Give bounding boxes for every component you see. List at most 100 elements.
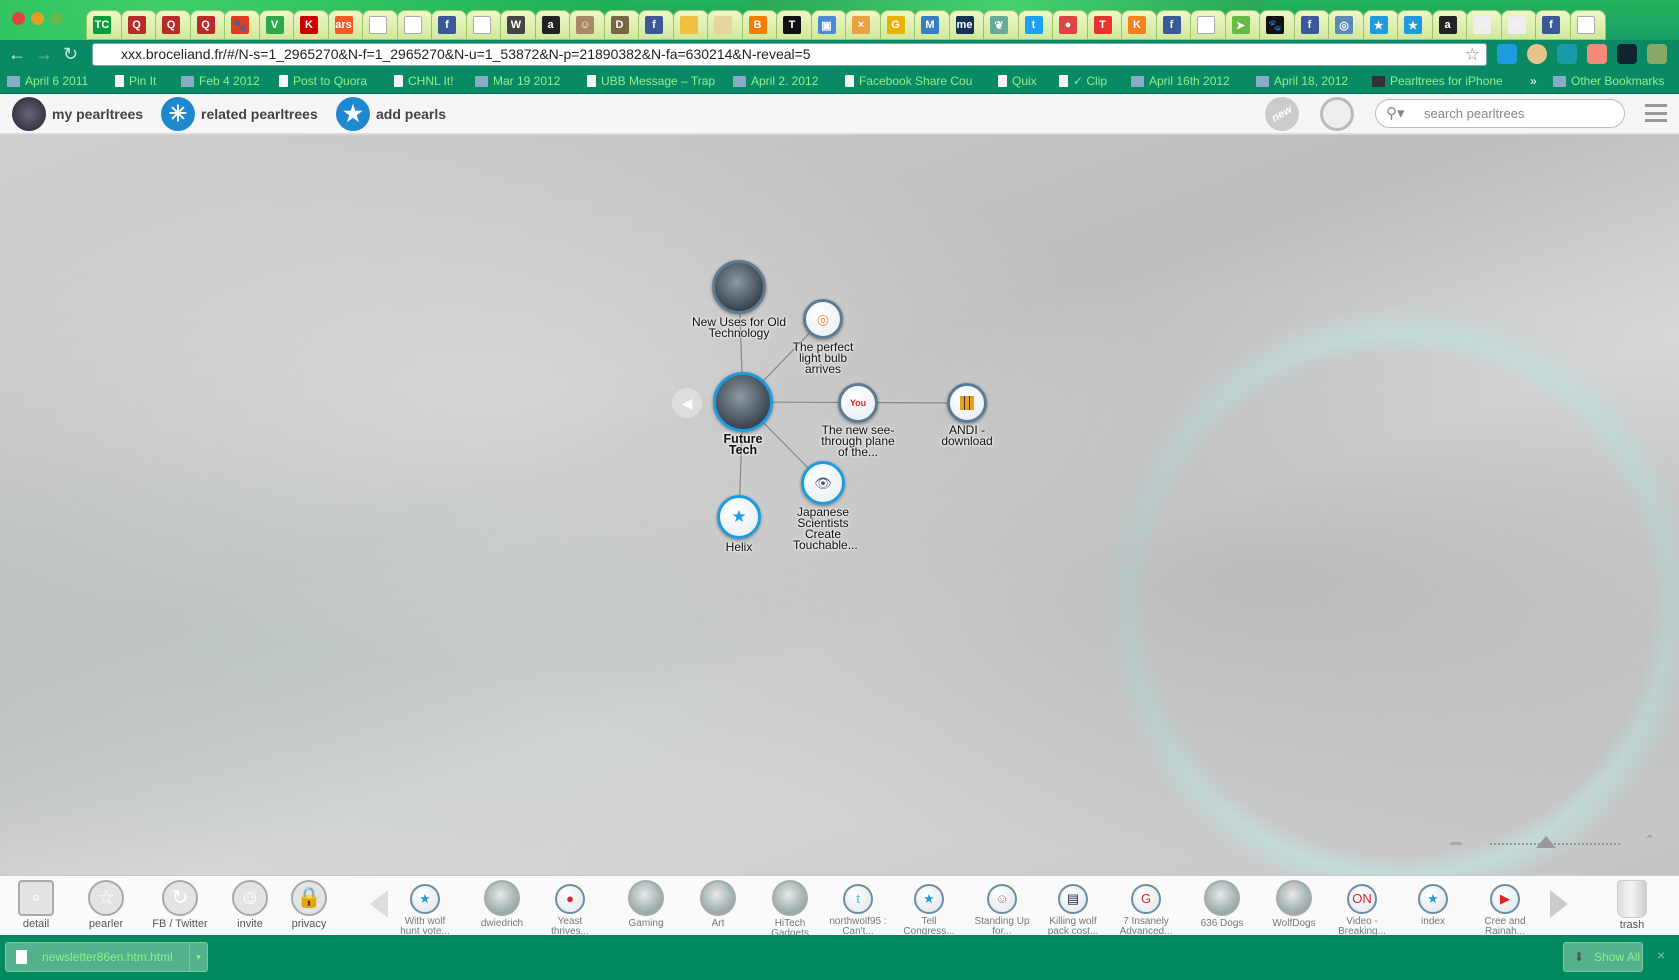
browser-tab[interactable] [707, 10, 743, 40]
add-pearls-button[interactable]: ★ add pearls [336, 97, 446, 131]
browser-tab[interactable]: t [1017, 10, 1054, 40]
browser-tab[interactable]: × [845, 10, 881, 40]
reload-button[interactable]: ↻ [63, 44, 78, 65]
browser-tab[interactable]: f [1293, 10, 1330, 40]
browser-tab[interactable]: f [1535, 10, 1571, 40]
browser-tab[interactable]: Q [155, 10, 191, 40]
bookmark-item[interactable]: Feb 4 2012 [181, 74, 260, 88]
browser-tab[interactable]: 🐾 [224, 10, 260, 40]
bookmark-item[interactable]: CHNL It! [394, 74, 454, 88]
browser-tab[interactable]: T [776, 10, 812, 40]
browser-tab[interactable]: V [258, 10, 295, 40]
close-window-button[interactable] [12, 12, 25, 25]
bookmark-item[interactable]: April 2. 2012 [733, 74, 818, 88]
bookmark-item[interactable]: April 16th 2012 [1131, 74, 1230, 88]
pearl-light-bulb[interactable]: ◎ [803, 299, 843, 339]
dock-tool-detail[interactable]: ▫ detail [1, 880, 71, 930]
browser-tab[interactable] [396, 10, 433, 40]
new-badge[interactable]: new [1258, 90, 1306, 138]
browser-tab[interactable]: B [741, 10, 778, 40]
browser-tab[interactable]: Q [189, 10, 226, 40]
pearltrees-extension-icon[interactable] [1497, 44, 1517, 64]
browser-tab[interactable]: ● [1052, 10, 1088, 40]
pearltree-map[interactable]: ◀ Future Tech New Uses for Old Technology… [0, 135, 1679, 875]
browser-tab[interactable]: T [1086, 10, 1123, 40]
related-pearltrees-button[interactable]: ✳ related pearltrees [161, 97, 318, 131]
address-bar[interactable]: xxx.broceliand.fr/#/N-s=1_2965270&N-f=1_… [92, 43, 1487, 66]
zoom-in-icon[interactable]: ⌃ [1644, 832, 1656, 849]
bookmark-item[interactable]: April 18, 2012 [1256, 74, 1348, 88]
bookmark-star-icon[interactable]: ☆ [1465, 44, 1480, 65]
browser-tab[interactable]: f [431, 10, 467, 40]
browser-tab[interactable]: Q [120, 10, 157, 40]
pearl-new-uses[interactable] [712, 260, 766, 314]
dock-pearl[interactable]: ▶ Cree and Rainah... [1470, 880, 1540, 937]
browser-tab[interactable]: ▣ [810, 10, 847, 40]
back-button[interactable]: ← [8, 44, 26, 65]
bookmarks-overflow-button[interactable]: » [1530, 74, 1537, 88]
browser-tab[interactable]: TC [86, 10, 122, 40]
browser-tab[interactable]: ★ [1362, 10, 1399, 40]
pearl-andi[interactable] [947, 383, 987, 423]
browser-tab[interactable]: a [534, 10, 571, 40]
zoom-slider[interactable]: ⌃ [1450, 832, 1660, 852]
dock-tool-privacy[interactable]: 🔒 privacy [274, 880, 344, 930]
bookmark-item[interactable]: UBB Message – Trap [587, 74, 715, 88]
browser-tab[interactable] [465, 10, 502, 40]
browser-tab[interactable]: ❦ [983, 10, 1019, 40]
bookmark-item[interactable]: Pearltrees for iPhone [1372, 74, 1503, 88]
download-item[interactable]: newsletter86en.htm.html ▾ [5, 942, 208, 972]
dock-tool-fb-twitter[interactable]: ↻ FB / Twitter [145, 880, 215, 930]
bookmark-item[interactable]: April 6 2011 [7, 74, 88, 88]
browser-tab[interactable] [672, 10, 709, 40]
browser-tab[interactable]: f [638, 10, 674, 40]
browser-tab[interactable]: ◎ [1328, 10, 1364, 40]
dock-scroll-right-button[interactable] [1550, 890, 1568, 918]
forward-button[interactable]: → [35, 44, 53, 65]
browser-tab[interactable] [1569, 10, 1606, 40]
browser-tab[interactable]: f [1155, 10, 1192, 40]
pearl-helix[interactable]: ★ [717, 495, 761, 539]
browser-tab[interactable]: D [603, 10, 640, 40]
globe-icon[interactable] [1320, 97, 1354, 131]
bookmark-item[interactable]: ✓ Clip [1059, 74, 1107, 88]
browser-tab[interactable]: a [1431, 10, 1468, 40]
dock-pearl[interactable]: ★ Tell Congress... [894, 880, 964, 937]
dock-pearl[interactable]: ★ With wolf hunt vote... [390, 880, 460, 937]
dock-pearl[interactable]: G7 Insanely Advanced... [1111, 880, 1181, 937]
center-pearl-future-tech[interactable] [713, 372, 773, 432]
menu-extension-icon[interactable] [1647, 44, 1667, 64]
dock-pearl[interactable]: t northwolf95 : Can't... [823, 880, 893, 937]
browser-tab[interactable]: ○ [1466, 10, 1502, 40]
bookmark-item[interactable]: Quix [998, 74, 1037, 88]
back-arrow-button[interactable]: ◀ [672, 388, 702, 418]
search-input[interactable]: ⚲▾ search pearltrees [1375, 99, 1625, 128]
pearl-youtube[interactable]: You [838, 383, 878, 423]
close-download-bar-button[interactable]: × [1657, 947, 1665, 963]
zoom-out-icon[interactable] [1450, 842, 1462, 845]
browser-tab[interactable]: K [1121, 10, 1157, 40]
browser-tab[interactable]: ars [327, 10, 364, 40]
bookmark-item[interactable]: Pin It [115, 74, 156, 88]
browser-tab[interactable]: K [293, 10, 329, 40]
dock-pearl[interactable]: ON Video - Breaking... [1327, 880, 1397, 937]
dock-pearl[interactable]: ● Yeast thrives... [535, 880, 605, 937]
browser-tab[interactable]: 🐾 [1259, 10, 1295, 40]
menu-icon[interactable] [1645, 104, 1667, 122]
browser-tab[interactable] [362, 10, 398, 40]
browser-tab[interactable]: G [879, 10, 916, 40]
dock-tool-pearler[interactable]: ☆ pearler [71, 880, 141, 930]
browser-tab[interactable]: ★ [1397, 10, 1433, 40]
download-menu-arrow[interactable]: ▾ [189, 943, 207, 971]
dock-pearl[interactable]: ★ index [1398, 880, 1468, 927]
zoom-window-button[interactable] [50, 12, 63, 25]
browser-tab[interactable]: me [948, 10, 985, 40]
dock-pearl[interactable]: Gaming [611, 880, 681, 929]
buffer-extension-icon[interactable] [1617, 44, 1637, 64]
browser-tab[interactable]: ○ [1500, 10, 1537, 40]
bookmark-item[interactable]: Facebook Share Cou [845, 74, 972, 88]
bookmark-item[interactable]: Post to Quora [279, 74, 367, 88]
bookmark-item[interactable]: Mar 19 2012 [475, 74, 560, 88]
minimize-window-button[interactable] [31, 12, 44, 25]
browser-tab[interactable]: ☺ [569, 10, 605, 40]
